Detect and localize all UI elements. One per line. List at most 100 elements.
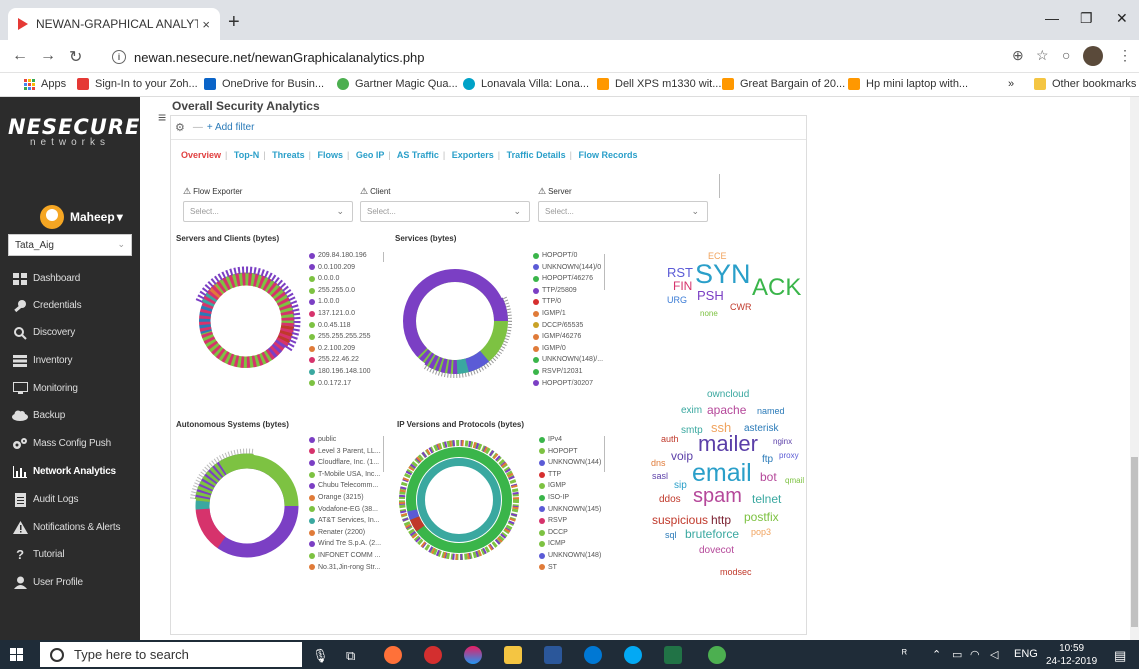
bookmark-lonavala[interactable]: Lonavala Villa: Lona... bbox=[463, 78, 589, 90]
forward-icon[interactable]: → bbox=[40, 47, 56, 65]
battery-icon[interactable]: ▭ bbox=[952, 648, 962, 661]
legend-item: HOPOPT/46276 bbox=[533, 273, 603, 285]
scrollbar-thumb[interactable] bbox=[1131, 457, 1138, 627]
more-bookmarks-button[interactable]: » bbox=[1008, 78, 1014, 90]
tab-exporters[interactable]: Exporters bbox=[452, 150, 494, 160]
user-menu[interactable]: Maheep ▾ bbox=[40, 205, 123, 229]
cloud-word: CWR bbox=[730, 302, 752, 312]
legend-label: HOPOPT/0 bbox=[542, 252, 578, 259]
bookmark-onedrive[interactable]: OneDrive for Busin... bbox=[204, 78, 324, 90]
cloud-word: RST bbox=[667, 265, 693, 280]
star-icon[interactable]: ☆ bbox=[1036, 47, 1049, 64]
tab-flow-records[interactable]: Flow Records bbox=[579, 150, 638, 160]
chevron-up-icon[interactable]: ⌃ bbox=[932, 648, 941, 661]
language-indicator[interactable]: ENG bbox=[1014, 648, 1038, 660]
network-icon[interactable]: ◠ bbox=[970, 648, 980, 661]
tenant-select[interactable]: Tata_Aig ⌄ bbox=[8, 234, 132, 256]
sidebar-item-tutorial[interactable]: ? Tutorial bbox=[0, 541, 140, 568]
server-select[interactable]: Select... ⌄ bbox=[538, 201, 708, 222]
bookmark-bargain[interactable]: Great Bargain of 20... bbox=[722, 78, 845, 90]
microphone-icon[interactable]: 🎙 bbox=[312, 648, 329, 664]
close-window-icon[interactable]: ✕ bbox=[1116, 10, 1128, 27]
task-view-icon[interactable]: ⧉ bbox=[346, 648, 355, 664]
cloud-word: URG bbox=[667, 295, 687, 305]
bookmark-gartner[interactable]: Gartner Magic Qua... bbox=[337, 78, 458, 90]
sidebar-item-credentials[interactable]: Credentials bbox=[0, 292, 140, 319]
people-icon[interactable]: ᴿ bbox=[902, 648, 907, 660]
chart-icon bbox=[12, 465, 28, 479]
legend-label: 1.0.0.0 bbox=[318, 298, 340, 306]
tab-top-n[interactable]: Top-N bbox=[234, 150, 259, 160]
browser-tab[interactable]: NEWAN-GRAPHICAL ANALYTICS × bbox=[8, 8, 220, 40]
sidebar-item-user-profile[interactable]: User Profile bbox=[0, 569, 140, 596]
tab-traffic-details[interactable]: Traffic Details bbox=[507, 150, 566, 160]
bookmark-label: Gartner Magic Qua... bbox=[355, 78, 458, 90]
menu-icon[interactable]: ⋮ bbox=[1118, 47, 1132, 64]
legend-item: Renater (2200) bbox=[309, 527, 381, 539]
section-title: Autonomous Systems (bytes) bbox=[176, 420, 289, 429]
legend-label: IPv4 bbox=[548, 436, 563, 443]
restore-icon[interactable]: ❐ bbox=[1080, 10, 1093, 27]
sidebar-item-mass-config[interactable]: Mass Config Push bbox=[0, 430, 140, 457]
action-center-icon[interactable]: ▤ bbox=[1114, 648, 1126, 664]
gartner-icon bbox=[337, 78, 349, 90]
gear-icon[interactable]: ⚙ bbox=[175, 121, 185, 134]
opera-icon[interactable] bbox=[424, 646, 442, 664]
sidebar-item-discovery[interactable]: Discovery bbox=[0, 319, 140, 346]
chrome-icon[interactable] bbox=[708, 646, 726, 664]
cloud-word: postfix bbox=[744, 510, 779, 524]
maps-icon[interactable] bbox=[464, 646, 482, 664]
question-icon: ? bbox=[16, 547, 24, 562]
site-info-icon[interactable]: i bbox=[112, 50, 126, 64]
extension-icon[interactable]: ○ bbox=[1062, 47, 1070, 63]
chevron-down-icon: ⌄ bbox=[513, 206, 521, 216]
analytics-tabs: Overview | Top-N | Threats | Flows | Geo IP |… bbox=[181, 150, 638, 160]
tab-as-traffic[interactable]: AS Traffic bbox=[397, 150, 439, 160]
firefox-icon[interactable] bbox=[384, 646, 402, 664]
back-icon[interactable]: ← bbox=[12, 47, 28, 65]
tab-threats[interactable]: Threats bbox=[272, 150, 305, 160]
legend-item: Vodafone-EG (38... bbox=[309, 504, 381, 516]
zoom-icon[interactable]: ⊕ bbox=[1012, 47, 1024, 64]
sidebar-item-audit-logs[interactable]: Audit Logs bbox=[0, 486, 140, 513]
file-explorer-icon[interactable] bbox=[504, 646, 522, 664]
autonomous-systems-legend: public Level 3 Parent, LL... Cloudflare,… bbox=[309, 434, 381, 573]
sidebar-item-notifications[interactable]: Notifications & Alerts bbox=[0, 514, 140, 541]
url-input[interactable]: i newan.nesecure.net/newanGraphicalanaly… bbox=[100, 44, 1044, 70]
services-legend: HOPOPT/0 UNKNOWN(144)/0 HOPOPT/46276 TTP… bbox=[533, 250, 603, 389]
add-filter-button[interactable]: + Add filter bbox=[207, 122, 255, 133]
sidebar-item-label: Credentials bbox=[33, 300, 82, 311]
taskbar-search-input[interactable]: Type here to search bbox=[40, 642, 302, 667]
bookmark-hp[interactable]: Hp mini laptop with... bbox=[848, 78, 968, 90]
clock[interactable]: 10:59 24-12-2019 bbox=[1046, 642, 1097, 668]
cloud-word: named bbox=[757, 406, 785, 416]
windows-start-icon[interactable] bbox=[10, 648, 23, 661]
bookmark-apps[interactable]: Apps bbox=[24, 78, 66, 90]
flow-exporter-select[interactable]: Select... ⌄ bbox=[183, 201, 353, 222]
profile-avatar[interactable] bbox=[1083, 46, 1103, 66]
client-select[interactable]: Select... ⌄ bbox=[360, 201, 530, 222]
tab-close-icon[interactable]: × bbox=[202, 17, 210, 32]
volume-icon[interactable]: ◁ bbox=[990, 648, 998, 661]
skype-icon[interactable] bbox=[584, 646, 602, 664]
sidebar-item-monitoring[interactable]: Monitoring bbox=[0, 375, 140, 402]
new-tab-button[interactable]: + bbox=[228, 11, 240, 34]
tab-overview[interactable]: Overview bbox=[181, 150, 221, 160]
bookmark-dell[interactable]: Dell XPS m1330 wit... bbox=[597, 78, 721, 90]
bookmark-zoho[interactable]: Sign-In to your Zoh... bbox=[77, 78, 198, 90]
legend-item: public bbox=[309, 434, 381, 446]
sidebar-item-dashboard[interactable]: Dashboard bbox=[0, 265, 140, 292]
tab-geo-ip[interactable]: Geo IP bbox=[356, 150, 385, 160]
bookmark-label: Lonavala Villa: Lona... bbox=[481, 78, 590, 90]
sidebar-item-inventory[interactable]: Inventory bbox=[0, 347, 140, 374]
scrollbar[interactable] bbox=[1130, 97, 1139, 640]
browser-icon[interactable] bbox=[624, 646, 642, 664]
minimize-icon[interactable]: — bbox=[1045, 10, 1059, 26]
other-bookmarks[interactable]: Other bookmarks bbox=[1034, 78, 1136, 90]
reload-icon[interactable]: ↻ bbox=[69, 47, 82, 67]
sidebar-item-network-analytics[interactable]: Network Analytics bbox=[0, 458, 140, 485]
excel-icon[interactable] bbox=[664, 646, 682, 664]
word-icon[interactable] bbox=[544, 646, 562, 664]
sidebar-item-backup[interactable]: Backup bbox=[0, 402, 140, 429]
tab-flows[interactable]: Flows bbox=[317, 150, 343, 160]
